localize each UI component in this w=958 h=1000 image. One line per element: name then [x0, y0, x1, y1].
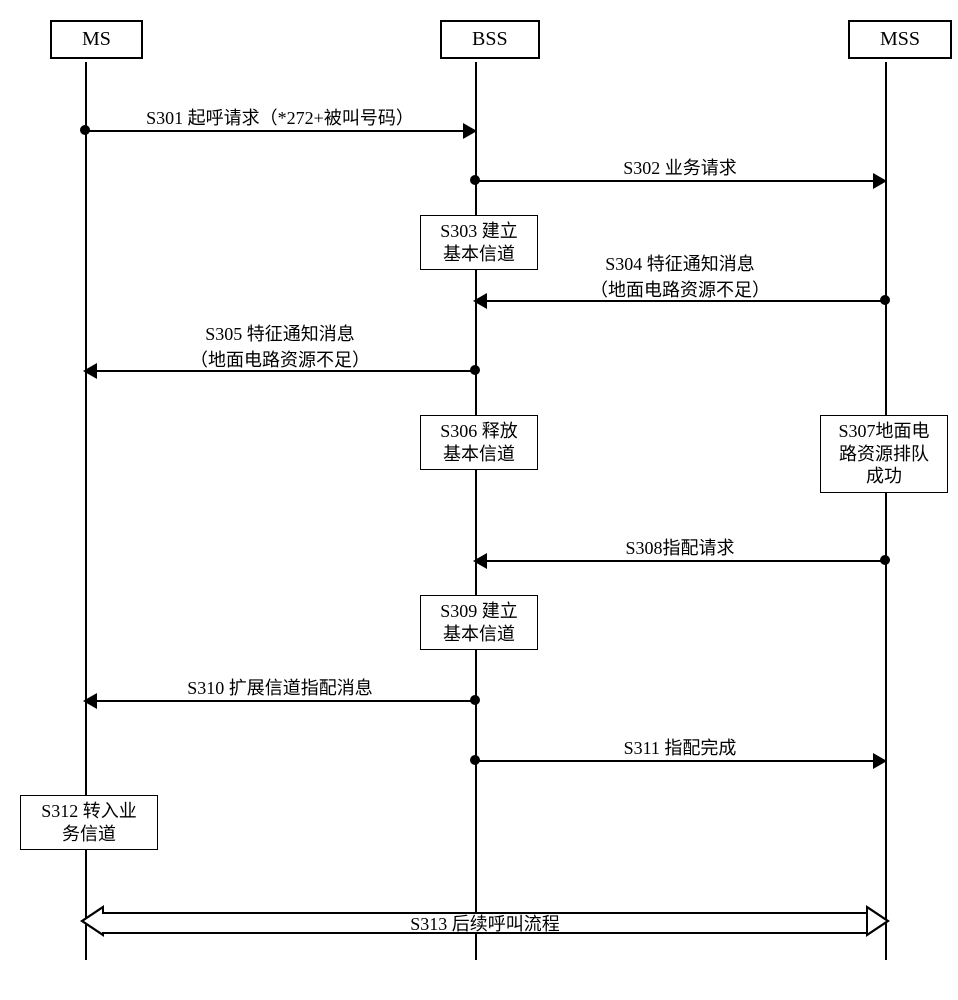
box-s312: S312 转入业 务信道 [20, 795, 158, 850]
lifeline-mss [885, 62, 887, 960]
participant-mss: MSS [848, 20, 952, 59]
msg-label-line2: （地面电路资源不足） [590, 280, 770, 300]
msg-label: S313 后续呼叫流程 [80, 910, 890, 936]
msg-label: S304 特征通知消息 （地面电路资源不足） [475, 250, 885, 302]
box-s306: S306 释放 基本信道 [420, 415, 538, 470]
msg-label: S310 扩展信道指配消息 [85, 674, 475, 700]
participant-bss: BSS [440, 20, 540, 59]
msg-s310: S310 扩展信道指配消息 [85, 700, 475, 702]
lifeline-bss [475, 62, 477, 960]
msg-label: S311 指配完成 [475, 734, 885, 760]
msg-label: S305 特征通知消息 （地面电路资源不足） [85, 320, 475, 372]
msg-s311: S311 指配完成 [475, 760, 885, 762]
box-s307: S307地面电 路资源排队 成功 [820, 415, 948, 493]
msg-label-line1: S304 特征通知消息 [605, 254, 755, 274]
msg-s302: S302 业务请求 [475, 180, 885, 182]
msg-s308: S308指配请求 [475, 560, 885, 562]
msg-s313: S313 后续呼叫流程 [80, 905, 890, 937]
msg-label-line1: S305 特征通知消息 [205, 324, 355, 344]
msg-s301: S301 起呼请求（*272+被叫号码） [85, 130, 475, 132]
sequence-diagram: MS BSS MSS S301 起呼请求（*272+被叫号码） S302 业务请… [20, 20, 938, 980]
participant-ms: MS [50, 20, 143, 59]
msg-label-line2: （地面电路资源不足） [190, 350, 370, 370]
msg-label: S302 业务请求 [475, 154, 885, 180]
msg-s305: S305 特征通知消息 （地面电路资源不足） [85, 370, 475, 372]
msg-label: S301 起呼请求（*272+被叫号码） [85, 104, 475, 130]
box-s309: S309 建立 基本信道 [420, 595, 538, 650]
msg-s304: S304 特征通知消息 （地面电路资源不足） [475, 300, 885, 302]
msg-label: S308指配请求 [475, 534, 885, 560]
